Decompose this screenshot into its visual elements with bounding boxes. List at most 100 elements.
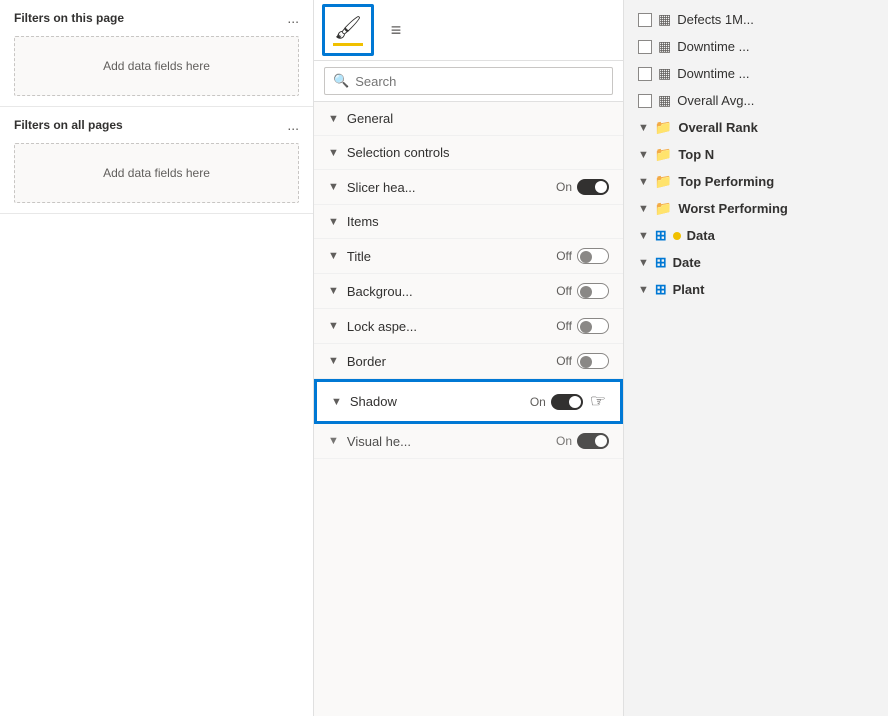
calc-icon: ▦	[658, 38, 671, 55]
background-toggle[interactable]	[577, 283, 609, 299]
toggle-knob	[580, 356, 592, 368]
property-border[interactable]: ▼ Border Off	[314, 344, 623, 379]
field-list-icon: ≡	[391, 20, 402, 41]
property-title[interactable]: ▼ Title Off	[314, 239, 623, 274]
property-shadow-highlighted[interactable]: ▼ Shadow On ☞	[314, 379, 623, 424]
property-visual-header[interactable]: ▼ Visual he... On	[314, 424, 623, 459]
search-icon: 🔍	[333, 73, 349, 89]
property-title-label: Title	[347, 249, 556, 264]
filters-this-page-menu[interactable]: ...	[287, 10, 299, 26]
lock-aspect-toggle[interactable]	[577, 318, 609, 334]
field-downtime-2[interactable]: ▦ Downtime ...	[634, 60, 878, 87]
data-badge	[673, 232, 681, 240]
section-plant[interactable]: ▼ ⊞ Plant	[634, 276, 878, 303]
slicer-header-toggle-label: On	[556, 180, 572, 194]
border-toggle[interactable]	[577, 353, 609, 369]
calc-icon: ▦	[658, 11, 671, 28]
field-checkbox[interactable]	[638, 94, 652, 108]
section-top-n[interactable]: ▼ 📁 Top N	[634, 141, 878, 168]
calc-icon: ▦	[658, 92, 671, 109]
calc-icon: ▦	[658, 65, 671, 82]
slicer-header-toggle[interactable]	[577, 179, 609, 195]
toggle-knob	[580, 251, 592, 263]
lock-aspect-toggle-label: Off	[556, 319, 572, 333]
property-slicer-header-label: Slicer hea...	[347, 180, 556, 195]
section-name: Plant	[673, 282, 705, 297]
field-defects[interactable]: ▦ Defects 1M...	[634, 6, 878, 33]
section-worst-performing[interactable]: ▼ 📁 Worst Performing	[634, 195, 878, 222]
filters-this-page-dropzone[interactable]: Add data fields here	[14, 36, 299, 96]
property-border-label: Border	[347, 354, 556, 369]
field-checkbox[interactable]	[638, 67, 652, 81]
search-input[interactable]	[355, 74, 604, 89]
left-panel: Filters on this page ... Add data fields…	[0, 0, 314, 716]
title-toggle-container: Off	[556, 248, 609, 264]
folder-icon: 📁	[655, 173, 672, 190]
shadow-toggle-container: On ☞	[530, 391, 606, 412]
table-icon: ⊞	[655, 281, 667, 298]
property-slicer-header[interactable]: ▼ Slicer hea... On	[314, 170, 623, 205]
section-date[interactable]: ▼ ⊞ Date	[634, 249, 878, 276]
field-downtime-1[interactable]: ▦ Downtime ...	[634, 33, 878, 60]
property-general-label: General	[347, 111, 609, 126]
section-name: Data	[687, 228, 715, 243]
chevron-icon: ▼	[328, 250, 339, 262]
title-toggle[interactable]	[577, 248, 609, 264]
chevron-icon: ▼	[331, 396, 342, 408]
toggle-knob	[580, 286, 592, 298]
field-checkbox[interactable]	[638, 13, 652, 27]
filters-this-page-header: Filters on this page ...	[14, 10, 299, 26]
table-icon: ⊞	[655, 254, 667, 271]
toggle-knob	[595, 181, 607, 193]
visual-header-toggle[interactable]	[577, 433, 609, 449]
border-toggle-container: Off	[556, 353, 609, 369]
cursor-hand-icon: ☞	[590, 391, 606, 412]
chevron-icon: ▼	[328, 320, 339, 332]
property-background-label: Backgrou...	[347, 284, 556, 299]
toggle-knob	[580, 321, 592, 333]
property-general[interactable]: ▼ General	[314, 102, 623, 136]
format-button[interactable]: 🖌	[322, 4, 374, 56]
folder-icon: 📁	[655, 119, 672, 136]
chevron-icon: ▼	[328, 113, 339, 125]
filters-all-pages-section: Filters on all pages ... Add data fields…	[0, 107, 313, 214]
background-toggle-label: Off	[556, 284, 572, 298]
folder-icon: 📁	[655, 146, 672, 163]
property-lock-aspect[interactable]: ▼ Lock aspe... Off	[314, 309, 623, 344]
filters-all-pages-menu[interactable]: ...	[287, 117, 299, 133]
filters-all-pages-dropzone[interactable]: Add data fields here	[14, 143, 299, 203]
chevron-icon: ▼	[638, 203, 649, 215]
chevron-icon: ▼	[638, 230, 649, 242]
chevron-icon: ▼	[328, 355, 339, 367]
chevron-icon: ▼	[638, 176, 649, 188]
border-toggle-label: Off	[556, 354, 572, 368]
chevron-icon: ▼	[328, 181, 339, 193]
property-background[interactable]: ▼ Backgrou... Off	[314, 274, 623, 309]
chevron-icon: ▼	[638, 149, 649, 161]
folder-icon: 📁	[655, 200, 672, 217]
property-items[interactable]: ▼ Items	[314, 205, 623, 239]
shadow-toggle[interactable]	[551, 394, 583, 410]
filters-this-page-title: Filters on this page	[14, 11, 124, 25]
property-selection-controls[interactable]: ▼ Selection controls	[314, 136, 623, 170]
chevron-icon: ▼	[328, 147, 339, 159]
section-name: Date	[673, 255, 701, 270]
property-lock-aspect-label: Lock aspe...	[347, 319, 556, 334]
field-checkbox[interactable]	[638, 40, 652, 54]
visual-header-toggle-label: On	[556, 434, 572, 448]
section-data[interactable]: ▼ ⊞ Data	[634, 222, 878, 249]
field-name: Overall Avg...	[677, 93, 754, 108]
search-row: 🔍	[314, 61, 623, 102]
property-items-label: Items	[347, 214, 609, 229]
visual-header-toggle-container: On	[556, 433, 609, 449]
property-shadow-label: Shadow	[350, 394, 530, 409]
chevron-icon: ▼	[328, 216, 339, 228]
section-overall-rank[interactable]: ▼ 📁 Overall Rank	[634, 114, 878, 141]
section-name: Overall Rank	[678, 120, 758, 135]
shadow-toggle-label: On	[530, 395, 546, 409]
table-icon: ⊞	[655, 227, 667, 244]
section-top-performing[interactable]: ▼ 📁 Top Performing	[634, 168, 878, 195]
field-list-button[interactable]: ≡	[378, 12, 414, 48]
filters-all-pages-header: Filters on all pages ...	[14, 117, 299, 133]
field-overall-avg[interactable]: ▦ Overall Avg...	[634, 87, 878, 114]
